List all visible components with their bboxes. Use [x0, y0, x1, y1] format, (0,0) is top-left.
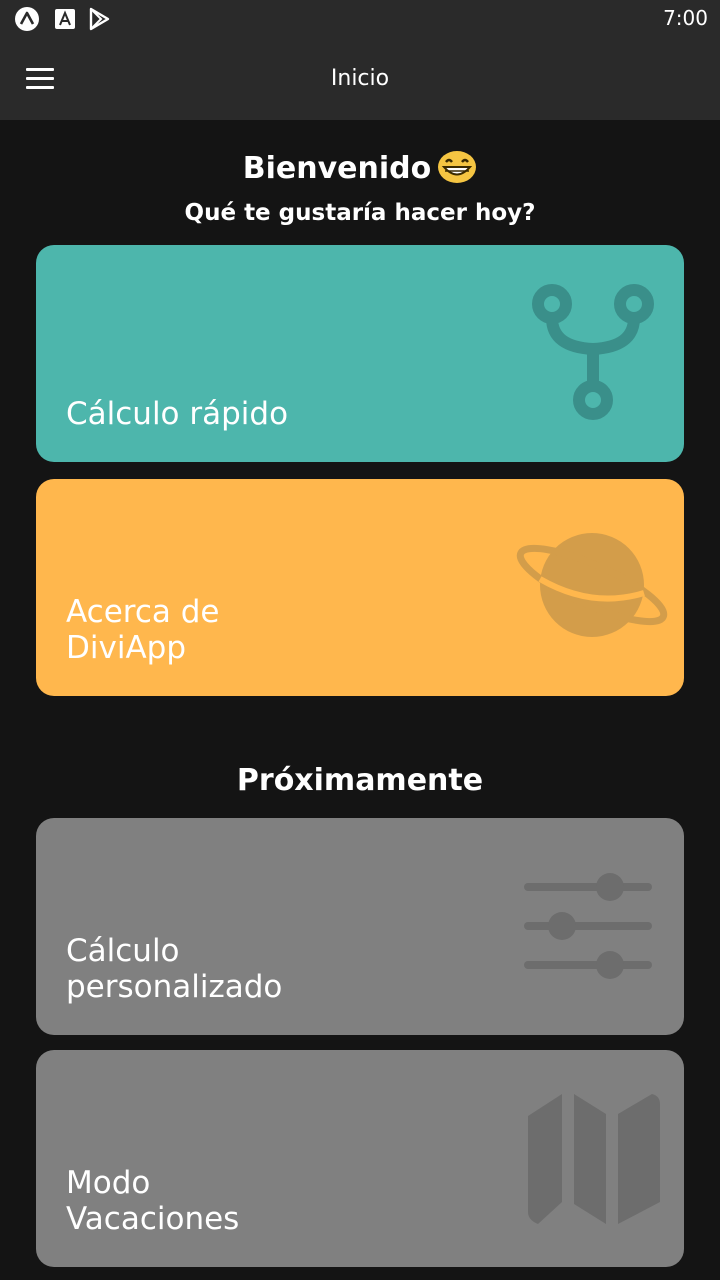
- custom-calc-label: Cálculo personalizado: [66, 933, 283, 1005]
- grinning-face-icon: [438, 151, 477, 183]
- status-time: 7:00: [663, 6, 708, 30]
- sliders-icon: [524, 873, 652, 979]
- vacation-mode-label: Modo Vacaciones: [66, 1165, 240, 1237]
- planet-icon: [516, 533, 668, 637]
- welcome-heading: Bienvenido: [0, 150, 720, 186]
- about-label: Acerca de DiviApp: [66, 594, 220, 666]
- page-title: Inicio: [330, 66, 390, 91]
- welcome-text: Bienvenido: [242, 151, 432, 186]
- custom-calc-card[interactable]: Cálculo personalizado: [36, 818, 684, 1035]
- expo-icon: [15, 7, 39, 31]
- app-bar: Inicio: [0, 38, 720, 120]
- map-icon: [528, 1094, 660, 1224]
- app-store-icon: [55, 9, 75, 29]
- quick-calc-label: Cálculo rápido: [66, 396, 289, 432]
- play-store-icon: [89, 7, 110, 31]
- vacation-mode-card[interactable]: Modo Vacaciones: [36, 1050, 684, 1267]
- about-card[interactable]: Acerca de DiviApp: [36, 479, 684, 696]
- quick-calc-card[interactable]: Cálculo rápido: [36, 245, 684, 462]
- fork-icon: [532, 284, 654, 420]
- question-subheading: Qué te gustaría hacer hoy?: [184, 200, 536, 226]
- upcoming-heading: Próximamente: [236, 763, 484, 798]
- status-bar: 7:00: [0, 0, 720, 38]
